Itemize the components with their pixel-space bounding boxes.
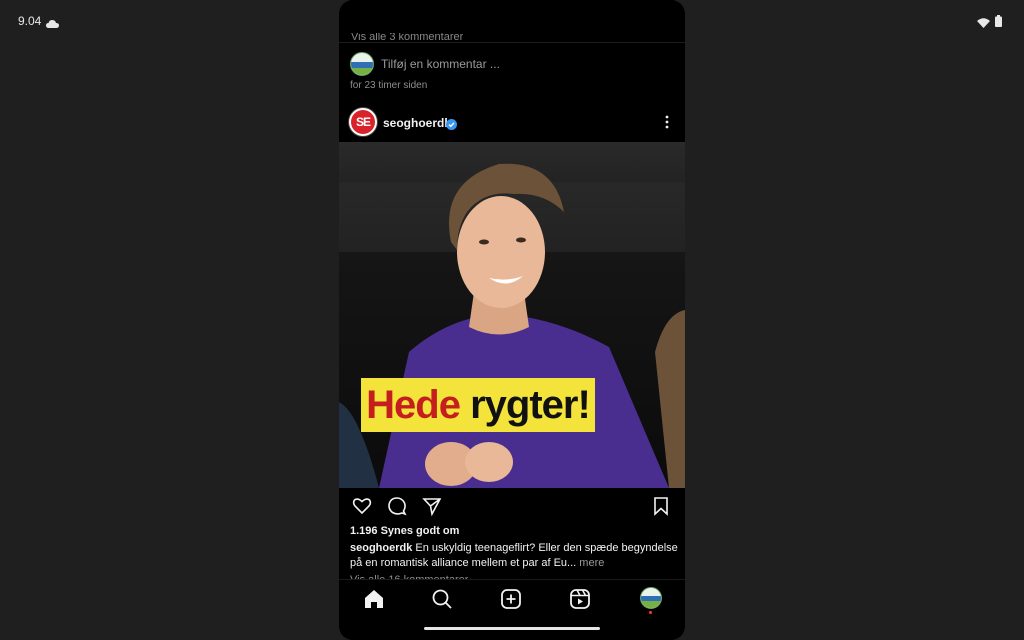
post-photo [339, 142, 685, 488]
like-heart-icon[interactable] [352, 496, 372, 521]
likes-count[interactable]: 1.196 Synes godt om [350, 525, 459, 537]
post-header: SE seoghoerdk [339, 106, 685, 138]
search-icon[interactable] [431, 588, 453, 610]
profile-avatar[interactable] [640, 587, 662, 609]
post-actions [339, 496, 685, 520]
create-post-icon[interactable] [500, 588, 522, 610]
post-author-username[interactable]: seoghoerdk [383, 116, 451, 130]
add-comment-input[interactable]: Tilføj en kommentar ... [381, 57, 500, 71]
instagram-app-window: Vis alle 3 kommentarer Tilføj en komment… [339, 0, 685, 640]
status-time: 9.04 [18, 14, 42, 28]
home-gesture-bar[interactable] [424, 627, 600, 630]
battery-icon [995, 14, 1002, 32]
home-icon[interactable] [363, 588, 385, 610]
wifi-icon [977, 15, 990, 33]
post-timestamp: for 23 timer siden [350, 80, 428, 91]
top-bar: Vis alle 3 kommentarer [339, 0, 685, 43]
avatar-logo-text: SE [351, 110, 375, 134]
caption-username[interactable]: seoghoerdk [350, 542, 412, 554]
bottom-navigation [339, 579, 685, 640]
verified-badge-icon [446, 117, 457, 135]
previous-view-comments-link[interactable]: Vis alle 3 kommentarer [351, 33, 463, 41]
post-image[interactable]: Hede rygter! [339, 142, 685, 488]
user-avatar [350, 52, 374, 76]
post-caption: seoghoerdk En uskyldig teenageflirt? Ell… [350, 541, 680, 571]
headline-banner: Hede rygter! [361, 378, 595, 432]
more-options-icon[interactable] [660, 113, 674, 131]
banner-word-2: rygter! [470, 382, 591, 427]
reels-icon[interactable] [569, 588, 591, 610]
comment-bubble-icon[interactable] [387, 496, 407, 521]
add-comment-row[interactable]: Tilføj en kommentar ... [350, 52, 670, 76]
post-author-avatar[interactable]: SE [348, 107, 378, 137]
banner-word-1: Hede [366, 382, 461, 427]
share-send-icon[interactable] [422, 496, 442, 521]
cloud-icon [46, 15, 59, 33]
notification-dot [649, 611, 652, 614]
save-bookmark-icon[interactable] [653, 496, 669, 521]
caption-more-link[interactable]: mere [579, 557, 604, 569]
